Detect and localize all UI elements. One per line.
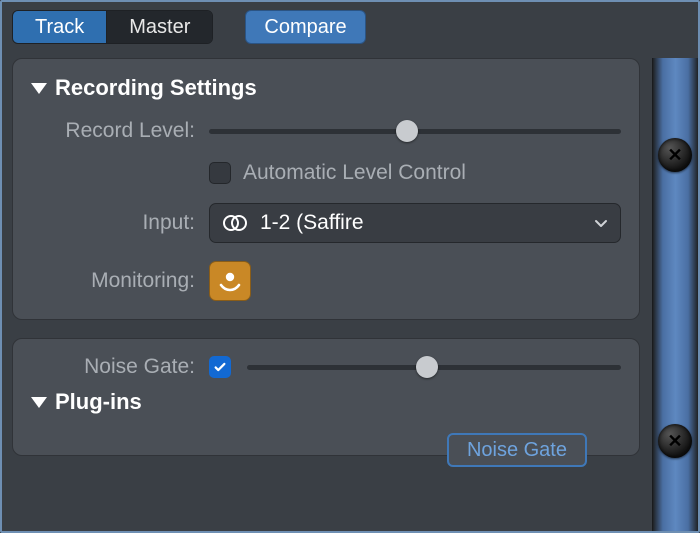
monitoring-icon [217, 268, 243, 294]
inspector-window: Track Master Compare Recording Settings … [0, 0, 700, 533]
tab-master-label: Master [129, 16, 190, 39]
disclosure-triangle-icon [31, 397, 47, 408]
check-icon [213, 360, 227, 374]
noise-gate-slider[interactable] [247, 356, 621, 378]
monitoring-label: Monitoring: [31, 269, 209, 293]
chevron-down-icon [594, 216, 608, 230]
plugins-panel: Noise Gate: Plug-ins Noise Gate [12, 338, 640, 456]
noise-gate-label: Noise Gate: [31, 355, 209, 379]
disclosure-triangle-icon [31, 83, 47, 94]
slider-thumb[interactable] [396, 120, 418, 142]
auto-level-label: Automatic Level Control [243, 161, 466, 185]
tab-track-label: Track [35, 16, 84, 39]
noise-gate-row: Noise Gate: [31, 355, 621, 379]
input-dropdown[interactable]: 1-2 (Saffire [209, 203, 621, 243]
stereo-icon [222, 214, 248, 232]
screw-icon [658, 138, 692, 172]
plugins-title: Plug-ins [55, 389, 142, 415]
monitoring-row: Monitoring: [31, 261, 621, 301]
tab-segment: Track Master [12, 10, 213, 44]
panel-area: Recording Settings Record Level: [12, 58, 640, 531]
recording-settings-title: Recording Settings [55, 75, 257, 101]
plugin-slot-label: Noise Gate [467, 439, 567, 462]
recording-settings-panel: Recording Settings Record Level: [12, 58, 640, 320]
input-value: 1-2 (Saffire [260, 211, 582, 235]
record-level-slider[interactable] [209, 120, 621, 142]
tab-master[interactable]: Master [107, 11, 212, 43]
auto-level-checkbox[interactable] [209, 162, 231, 184]
plugins-header[interactable]: Plug-ins [31, 389, 621, 415]
screw-icon [658, 424, 692, 458]
input-row: Input: 1-2 (Saffire [31, 203, 621, 243]
side-rail [652, 58, 698, 531]
record-level-label: Record Level: [31, 119, 209, 143]
tab-bar: Track Master Compare [2, 2, 698, 52]
slider-thumb[interactable] [416, 356, 438, 378]
noise-gate-checkbox[interactable] [209, 356, 231, 378]
compare-label: Compare [264, 16, 346, 39]
plugin-slot-button[interactable]: Noise Gate [447, 433, 587, 467]
auto-level-row: Automatic Level Control [31, 161, 621, 185]
compare-button[interactable]: Compare [245, 10, 365, 44]
monitoring-toggle[interactable] [209, 261, 251, 301]
recording-settings-header[interactable]: Recording Settings [31, 75, 621, 101]
record-level-row: Record Level: [31, 119, 621, 143]
tab-track[interactable]: Track [13, 11, 107, 43]
input-label: Input: [31, 211, 209, 235]
